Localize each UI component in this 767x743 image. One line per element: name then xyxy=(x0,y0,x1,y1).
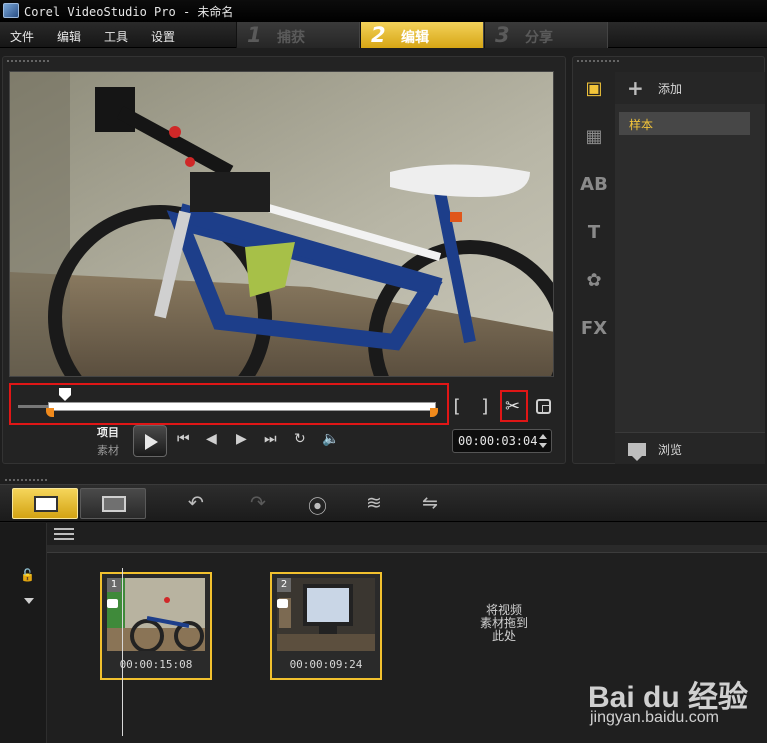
chevron-down-icon[interactable] xyxy=(24,598,34,604)
lock-icon[interactable]: 🔓 xyxy=(20,568,35,582)
clip-duration: 00:00:15:08 xyxy=(119,658,193,671)
menu-tools[interactable]: 工具 xyxy=(104,28,128,45)
volume-icon[interactable]: 🔈 xyxy=(322,431,339,447)
browse-label: 浏览 xyxy=(658,443,683,457)
timeline-clip[interactable]: 1 00:00:15:08 xyxy=(100,572,212,680)
speaker-icon xyxy=(277,599,288,608)
title-icon[interactable]: AB xyxy=(580,172,608,198)
title-bar: Corel VideoStudio Pro - 未命名 xyxy=(0,0,767,22)
scrubber-thumb[interactable] xyxy=(59,388,71,401)
redo-icon[interactable]: ↷ xyxy=(250,492,266,514)
project-mode[interactable]: 项目 xyxy=(97,424,119,440)
graphics-icon[interactable]: ✿ xyxy=(580,268,608,294)
clip-thumbnail xyxy=(277,578,375,651)
playhead-line[interactable] xyxy=(122,568,123,736)
panel-grip[interactable] xyxy=(4,478,48,482)
media-icon[interactable]: ▣ xyxy=(580,76,608,102)
timeline-clip[interactable]: 2 00:00:09:24 xyxy=(270,572,382,680)
window-title: Corel VideoStudio Pro - 未命名 xyxy=(24,5,234,19)
panel-grip[interactable] xyxy=(576,59,620,63)
track-manager-icon[interactable] xyxy=(54,528,74,542)
step-number: 1 xyxy=(247,23,262,47)
enlarge-icon[interactable] xyxy=(536,399,551,414)
mark-out-button[interactable]: ] xyxy=(480,396,491,417)
speaker-icon xyxy=(107,599,118,608)
previous-frame-icon[interactable]: ◀ xyxy=(206,431,217,447)
app-icon xyxy=(3,3,19,18)
next-frame-icon[interactable]: ▶ xyxy=(236,431,247,447)
tab-capture[interactable]: 1 捕获 xyxy=(236,22,360,48)
menu-file[interactable]: 文件 xyxy=(10,28,34,45)
menu-edit[interactable]: 编辑 xyxy=(57,28,81,45)
library-item-sample[interactable]: 样本 xyxy=(619,112,750,135)
browse-button[interactable]: 浏览 xyxy=(615,432,765,464)
timecode-display[interactable]: 00:00:03:04 xyxy=(452,429,552,453)
play-icon xyxy=(145,434,158,450)
repeat-icon[interactable]: ↻ xyxy=(294,431,306,447)
scissors-icon: ✂ xyxy=(505,396,521,417)
timeline-icon xyxy=(102,496,126,512)
step-label: 分享 xyxy=(525,30,553,46)
transition-icon[interactable]: ▦ xyxy=(580,124,608,150)
panel-grip[interactable] xyxy=(6,59,50,63)
clip-mode[interactable]: 素材 xyxy=(97,442,119,458)
go-to-end-icon[interactable]: ⏭ xyxy=(264,431,277,447)
step-label: 编辑 xyxy=(401,30,429,46)
mark-in-button[interactable]: [ xyxy=(451,396,462,417)
undo-icon[interactable]: ↶ xyxy=(188,492,204,514)
play-button[interactable] xyxy=(133,425,167,457)
timeline-view-button[interactable] xyxy=(80,488,146,519)
split-clip-button[interactable]: ✂ xyxy=(500,390,528,422)
go-to-start-icon[interactable]: ⏮ xyxy=(177,431,190,447)
clip-index: 2 xyxy=(277,578,291,592)
timecode-value: 00:00:03:04 xyxy=(458,434,538,448)
drop-hint-line: 此处 xyxy=(491,629,516,643)
filter-icon[interactable]: FX xyxy=(580,316,608,342)
step-number: 3 xyxy=(495,23,510,47)
add-folder-button[interactable]: + 添加 xyxy=(615,72,765,104)
workflow-steps: 1 捕获 2 编辑 3 分享 xyxy=(236,22,608,48)
bicycle-video-frame xyxy=(10,72,553,376)
drop-hint: 将视频 素材拖到 此处 xyxy=(470,604,538,643)
baidu-watermark: Bai du 经验 jingyan.baidu.com xyxy=(585,654,765,734)
record-capture-icon[interactable]: ⦿ xyxy=(308,492,327,519)
add-label: 添加 xyxy=(658,82,683,96)
step-label: 捕获 xyxy=(277,30,305,46)
library-item-label: 样本 xyxy=(629,118,654,132)
timeline-ruler[interactable] xyxy=(47,545,767,553)
timecode-down-arrow[interactable] xyxy=(539,443,547,448)
storyboard-view-button[interactable] xyxy=(12,488,78,519)
tab-share[interactable]: 3 分享 xyxy=(484,22,608,48)
trim-scrubber[interactable] xyxy=(9,383,449,425)
video-preview xyxy=(9,71,554,377)
timecode-up-arrow[interactable] xyxy=(539,434,547,439)
clip-index: 1 xyxy=(107,578,121,592)
menu-settings[interactable]: 设置 xyxy=(151,28,175,45)
plus-icon: + xyxy=(627,76,644,100)
trim-end-marker[interactable] xyxy=(430,408,438,417)
clip-duration: 00:00:09:24 xyxy=(289,658,363,671)
track-header xyxy=(0,523,47,743)
library-category-bar: ▣ ▦ AB T ✿ FX xyxy=(574,70,614,430)
text-icon[interactable]: T xyxy=(580,220,608,246)
scrubber-track[interactable] xyxy=(48,402,436,411)
browse-icon xyxy=(628,443,646,461)
auto-music-icon[interactable]: ⇋ xyxy=(422,492,438,514)
audio-mixer-icon[interactable]: ≋ xyxy=(366,492,382,514)
step-number: 2 xyxy=(371,23,386,47)
film-icon xyxy=(34,496,58,512)
watermark-url: jingyan.baidu.com xyxy=(590,709,719,726)
tab-edit[interactable]: 2 编辑 xyxy=(360,22,484,48)
trim-start-marker[interactable] xyxy=(46,408,54,417)
